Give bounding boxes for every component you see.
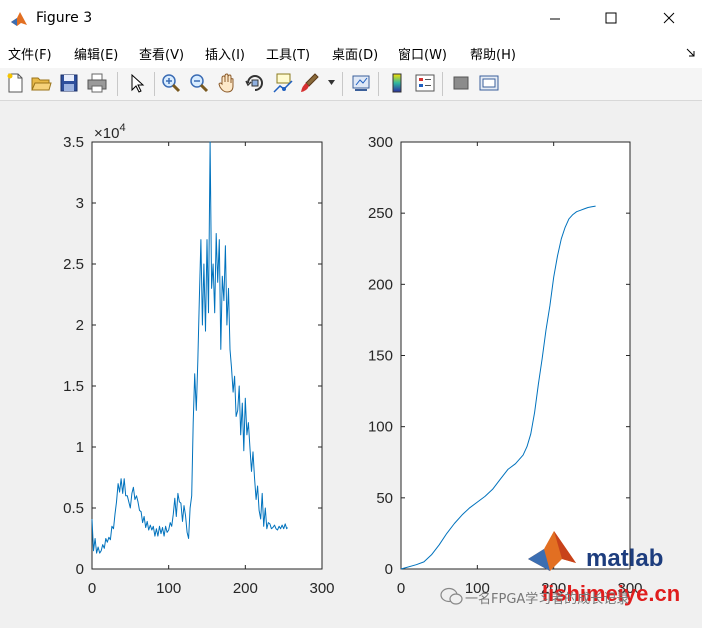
wechat-icon [440,587,463,605]
left-xtick-label: 100 [156,580,181,597]
title-bar: Figure 3 [0,0,702,38]
pan-hand-icon[interactable] [216,72,238,94]
left-xtick-label: 0 [88,580,96,597]
axes-left[interactable]: 0 100 200 300 0 0.5 1 1.5 2 2.5 3 3.5 ×104 [63,122,334,597]
watermark-brand: matlab [586,545,663,572]
left-xtick-label: 300 [309,580,334,597]
matlab-logo-icon [11,12,27,26]
right-ytick-label: 50 [376,490,393,507]
left-ytick-label: 1 [76,439,84,456]
figure-toolbar [0,68,702,101]
right-ytick-label: 200 [368,276,393,293]
left-ytick-label: 2.5 [63,256,84,273]
menu-insert[interactable]: 插入(I) [205,44,245,63]
maximize-icon [605,12,617,24]
menu-desktop[interactable]: 桌面(D) [332,44,378,63]
zoom-out-icon[interactable] [188,72,210,94]
minimize-button[interactable] [532,0,578,38]
menu-edit[interactable]: 编辑(E) [74,44,118,63]
right-ytick-label: 300 [368,134,393,151]
left-exponent-power: 4 [119,122,125,134]
right-ytick-label: 0 [385,561,393,578]
watermark-caption: 一名FPGA学习者的成长记录 [465,591,629,607]
left-ytick-label: 0 [76,561,84,578]
menu-tools[interactable]: 工具(T) [266,44,310,63]
chevron-down-icon[interactable] [328,80,336,86]
menu-window[interactable]: 窗口(W) [398,44,447,63]
new-figure-icon[interactable] [4,72,26,94]
right-ytick-label: 100 [368,419,393,436]
left-ytick-label: 2 [76,317,84,334]
save-icon[interactable] [58,72,80,94]
right-ytick-label: 150 [368,348,393,365]
menu-bar: 文件(F) 编辑(E) 查看(V) 插入(I) 工具(T) 桌面(D) 窗口(W… [0,38,702,68]
axes-right[interactable]: 0 100 200 300050100150200250300 [368,134,643,597]
left-ytick-label: 3.5 [63,134,84,151]
menu-view[interactable]: 查看(V) [139,44,184,63]
left-ytick-label: 1.5 [63,378,84,395]
print-icon[interactable] [86,72,108,94]
dock-arrow-icon[interactable] [686,48,696,58]
data-cursor-icon[interactable] [272,72,294,94]
left-ytick-label: 3 [76,195,84,212]
link-icon[interactable] [350,72,372,94]
figure-window: Figure 3 文件(F) 编辑(E) 查看(V) 插入(I) 工具(T) 桌… [0,0,702,628]
left-xtick-label: 200 [233,580,258,597]
right-ytick-label: 250 [368,205,393,222]
show-plot-tools-icon[interactable] [478,72,500,94]
pointer-icon[interactable] [126,72,148,94]
close-icon [663,12,675,24]
hide-plot-tools-icon[interactable] [450,72,472,94]
open-folder-icon[interactable] [30,72,52,94]
left-exponent-label: ×104 [94,122,126,142]
left-plot-area [91,141,323,570]
right-plot-area [400,141,631,570]
colorbar-icon[interactable] [386,72,408,94]
rotate-3d-icon[interactable] [244,72,266,94]
brush-icon[interactable] [298,72,320,94]
maximize-button[interactable] [588,0,634,38]
menu-help[interactable]: 帮助(H) [470,44,516,63]
menu-file[interactable]: 文件(F) [8,44,52,63]
close-button[interactable] [646,0,692,38]
left-ytick-label: 0.5 [63,500,84,517]
legend-icon[interactable] [414,72,436,94]
zoom-in-icon[interactable] [160,72,182,94]
right-xtick-label: 0 [397,580,405,597]
window-title: Figure 3 [36,10,93,26]
figure-canvas: 0 100 200 300 0 0.5 1 1.5 2 2.5 3 3.5 ×104 0 100 200 30… [63,122,680,607]
